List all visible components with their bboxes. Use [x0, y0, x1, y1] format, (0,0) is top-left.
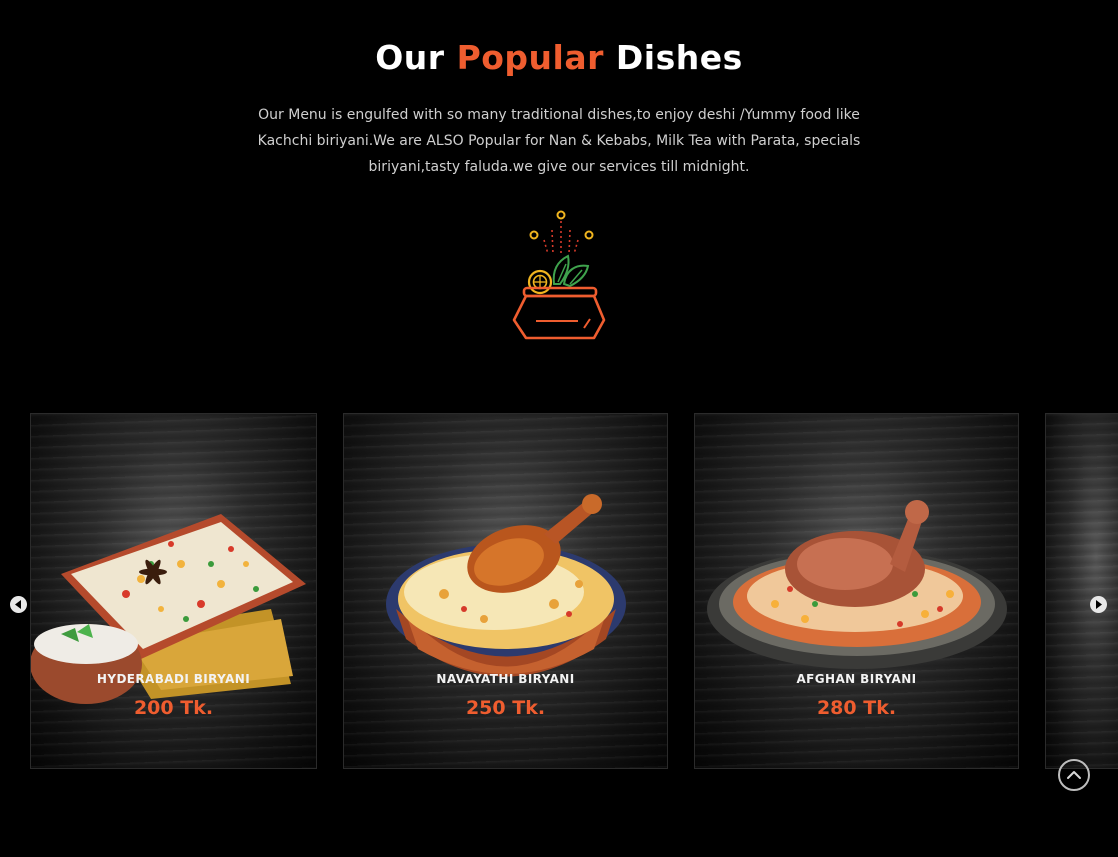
chevron-up-icon	[1067, 771, 1081, 779]
dish-name: AFGHAN BIRYANI	[796, 672, 917, 686]
dish-card[interactable]: NAVAYATHI BIRYANI 250 Tk.	[343, 413, 668, 769]
scroll-to-top-button[interactable]	[1058, 759, 1090, 791]
dish-card[interactable]: HYDERABADI BIRYANI 200 Tk.	[30, 413, 317, 769]
title-word-1: Our	[375, 38, 445, 77]
section-intro: Our Menu is engulfed with so many tradit…	[257, 107, 861, 175]
dish-name: NAVAYATHI BIRYANI	[436, 672, 575, 686]
title-accent-word: Popular	[456, 38, 604, 77]
dish-name: HYDERABADI BIRYANI	[96, 672, 251, 686]
dish-price: 250 Tk.	[465, 697, 546, 719]
dish-card-partial[interactable]	[1045, 413, 1118, 769]
dish-card[interactable]: AFGHAN BIRYANI 280 Tk.	[694, 413, 1019, 769]
arrow-left-icon[interactable]	[10, 596, 27, 613]
biryani-pot-icon	[512, 210, 606, 340]
dish-price: 280 Tk.	[816, 697, 897, 719]
dishes-carousel[interactable]: HYDERABADI BIRYANI 200 Tk. NAVAYATHI BIR…	[0, 413, 1118, 769]
arrow-right-icon[interactable]	[1090, 596, 1107, 613]
title-word-3: Dishes	[615, 38, 743, 77]
section-title: Our Popular Dishes	[0, 38, 1118, 77]
dish-price: 200 Tk.	[133, 697, 214, 719]
